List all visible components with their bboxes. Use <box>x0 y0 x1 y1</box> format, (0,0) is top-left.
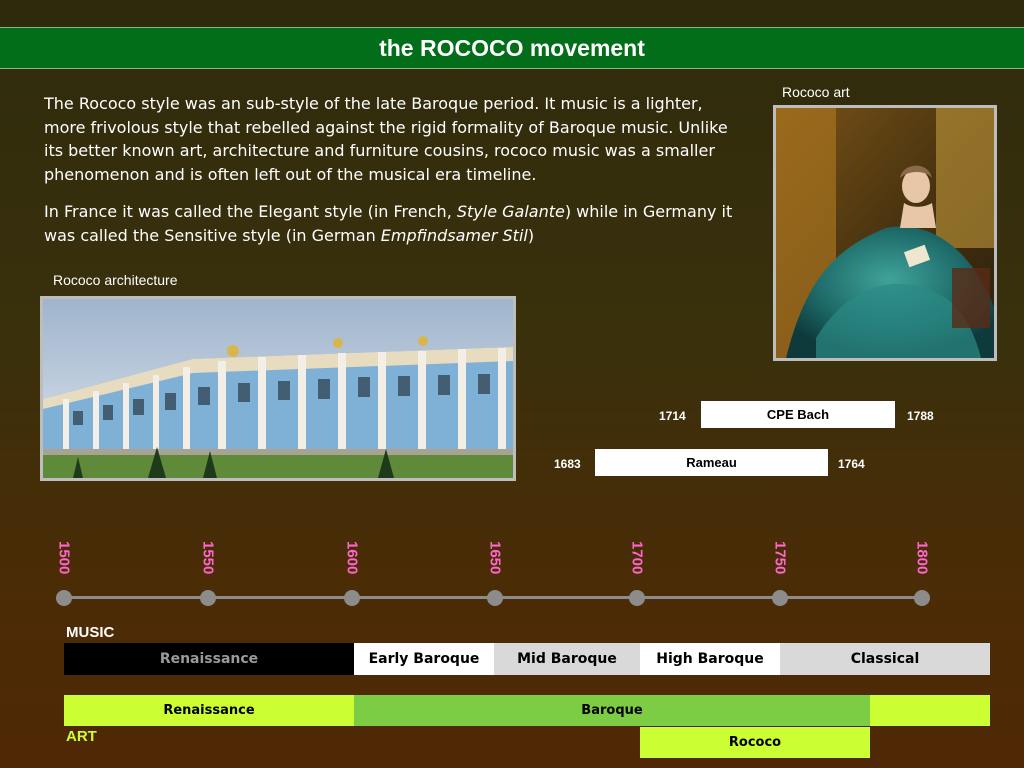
art-era-renaissance: Renaissance <box>64 695 354 726</box>
cpe-bach-end-year: 1788 <box>907 409 934 423</box>
timeline-marker-1600 <box>344 590 360 606</box>
year-label-1600: 1600 <box>343 541 361 575</box>
painting-image <box>776 108 994 358</box>
palace-image <box>43 299 513 478</box>
timeline-marker-1550 <box>200 590 216 606</box>
art-era-rococo: Rococo <box>640 727 870 758</box>
rameau-bar: Rameau <box>595 449 828 476</box>
timeline-marker-1700 <box>629 590 645 606</box>
cpe-bach-bar: CPE Bach <box>701 401 895 428</box>
paragraph-2-italic-a: Style Galante <box>456 202 565 221</box>
rococo-architecture-photo <box>40 296 516 481</box>
art-label: ART <box>66 728 97 745</box>
timeline-marker-1750 <box>772 590 788 606</box>
architecture-caption: Rococo architecture <box>53 272 178 288</box>
paragraph-2: In France it was called the Elegant styl… <box>44 200 734 247</box>
timeline-marker-1500 <box>56 590 72 606</box>
year-label-1650: 1650 <box>486 541 504 575</box>
year-label-1750: 1750 <box>771 541 789 575</box>
music-era-early-baroque: Early Baroque <box>354 643 494 675</box>
paragraph-1: The Rococo style was an sub-style of the… <box>44 94 728 184</box>
music-label: MUSIC <box>66 624 115 641</box>
rameau-end-year: 1764 <box>838 457 865 471</box>
rameau-start-year: 1683 <box>554 457 581 471</box>
year-label-1700: 1700 <box>628 541 646 575</box>
music-era-high-baroque: High Baroque <box>640 643 780 675</box>
music-era-renaissance: Renaissance <box>64 643 354 675</box>
year-label-1800: 1800 <box>913 541 931 575</box>
year-label-1550: 1550 <box>199 541 217 575</box>
timeline-marker-1800 <box>914 590 930 606</box>
art-caption: Rococo art <box>782 84 850 100</box>
cpe-bach-start-year: 1714 <box>659 409 686 423</box>
paragraph-2-text-c: ) <box>527 225 535 245</box>
art-era-after-baroque <box>870 695 990 726</box>
slide-title: the ROCOCO movement <box>0 27 1024 69</box>
rococo-art-painting <box>773 105 997 361</box>
art-era-baroque: Baroque <box>354 695 870 726</box>
music-era-mid-baroque: Mid Baroque <box>494 643 640 675</box>
paragraph-2-text-a: In France it was called the Elegant styl… <box>44 202 457 221</box>
year-label-1500: 1500 <box>55 541 73 575</box>
paragraph-2-italic-b: Empfindsamer Stil <box>380 225 528 245</box>
music-era-classical: Classical <box>780 643 990 675</box>
timeline-marker-1650 <box>487 590 503 606</box>
